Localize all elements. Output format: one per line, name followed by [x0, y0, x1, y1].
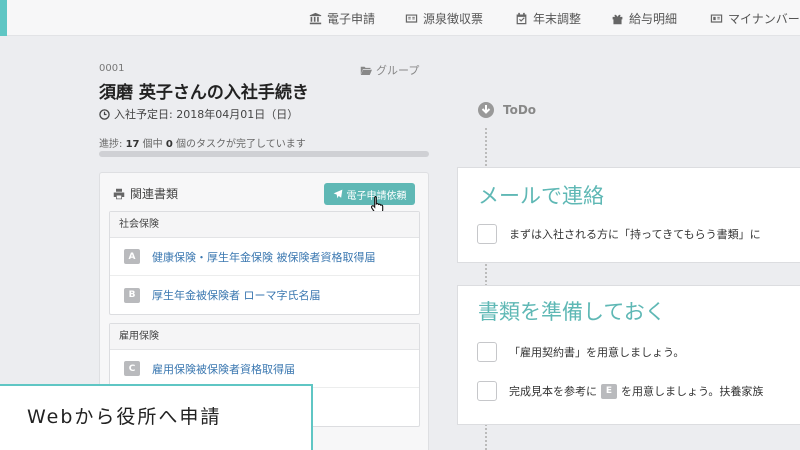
arrow-circle-down-icon — [478, 102, 494, 118]
nav-item-label: 電子申請 — [327, 11, 376, 26]
todo-label: ToDo — [477, 101, 536, 119]
task-checkbox[interactable] — [477, 342, 497, 362]
document-badge: A — [124, 249, 140, 264]
top-nav: 電子申請 源泉徴収票 年末調整 給与明細 マイナンバー — [0, 0, 800, 36]
document-row[interactable]: A 健康保険・厚生年金保険 被保険者資格取得届 — [110, 238, 419, 276]
nav-item-my-number[interactable]: マイナンバー — [710, 9, 800, 27]
task-checkbox[interactable] — [477, 224, 497, 244]
employee-id: 0001 — [99, 63, 125, 74]
nav-item-payslip[interactable]: 給与明細 — [611, 9, 677, 27]
group-link-label: グループ — [376, 64, 420, 77]
group-link[interactable]: グループ — [360, 62, 419, 78]
task-item[interactable]: 「雇用契約書」を用意しましょう。 — [477, 342, 684, 362]
calendar-check-icon — [516, 12, 527, 24]
document-badge: E — [601, 383, 617, 399]
task-card-email-contact: メールで連絡 まずは入社される方に「持ってきてもらう書類」に — [457, 167, 800, 263]
progress-prefix: 進捗: — [99, 139, 126, 150]
document-badge: C — [124, 361, 140, 376]
progress-bar — [99, 151, 429, 157]
document-link[interactable]: 雇用保険被保険者資格取得届 — [152, 361, 295, 377]
related-documents-title: 関連書類 — [113, 185, 178, 202]
related-documents-label: 関連書類 — [130, 187, 179, 201]
document-link[interactable]: 健康保険・厚生年金保険 被保険者資格取得届 — [152, 249, 376, 265]
task-item[interactable]: まずは入社される方に「持ってきてもらう書類」に — [477, 224, 761, 244]
progress-total: 17 — [125, 139, 140, 150]
nav-item-label: 源泉徴収票 — [423, 11, 484, 26]
folder-open-icon — [360, 66, 372, 75]
document-link[interactable]: 厚生年金被保険者 ローマ字氏名届 — [152, 287, 321, 303]
building-icon — [309, 12, 322, 24]
id-card-icon — [710, 13, 723, 23]
task-item-label: 「雇用契約書」を用意しましょう。 — [509, 346, 685, 359]
clock-icon — [99, 108, 110, 120]
task-item-label: まずは入社される方に「持ってきてもらう書類」に — [509, 228, 761, 241]
start-date: 入社予定日: 2018年04月01日（日） — [99, 106, 298, 122]
task-card-title: メールで連絡 — [478, 184, 604, 208]
task-card-title: 書類を準備しておく — [478, 300, 666, 324]
section-heading: 雇用保険 — [110, 324, 419, 350]
nav-item-withholding-slip[interactable]: 源泉徴収票 — [405, 9, 483, 27]
task-checkbox[interactable] — [477, 381, 497, 401]
progress-text: 進捗: 17 個中 0 個のタスクが完了しています — [99, 135, 306, 150]
todo-label-text: ToDo — [503, 103, 537, 117]
progress-done: 0 — [165, 139, 173, 150]
paper-plane-icon — [333, 189, 342, 199]
task-item[interactable]: 完成見本を参考に E を用意しましょう。扶養家族 — [477, 381, 763, 401]
task-item-text-before: 完成見本を参考に — [509, 385, 597, 398]
start-date-label: 入社予定日: 2018年04月01日（日） — [114, 108, 299, 121]
video-caption: Webから役所へ申請 — [0, 384, 313, 450]
task-item-text-after: を用意しましょう。扶養家族 — [621, 385, 764, 398]
document-row[interactable]: B 厚生年金被保険者 ローマ字氏名届 — [110, 276, 419, 314]
page-title: 須磨 英子さんの入社手続き — [99, 83, 309, 103]
nav-item-year-end-adjustment[interactable]: 年末調整 — [515, 9, 581, 27]
nav-accent-bar — [0, 0, 7, 36]
nav-item-label: マイナンバー — [728, 11, 800, 26]
document-row[interactable]: C 雇用保険被保険者資格取得届 — [110, 350, 419, 388]
document-icon — [405, 13, 418, 23]
task-card-prepare-documents: 書類を準備しておく 「雇用契約書」を用意しましょう。 完成見本を参考に E を用… — [457, 285, 800, 425]
section-social-insurance: 社会保険 A 健康保険・厚生年金保険 被保険者資格取得届 B 厚生年金被保険者 … — [109, 211, 420, 315]
gift-icon — [612, 14, 623, 24]
progress-suffix: 個のタスクが完了しています — [172, 139, 306, 150]
printer-icon — [113, 188, 125, 199]
nav-item-label: 年末調整 — [533, 11, 582, 26]
document-badge: B — [124, 287, 140, 303]
nav-item-e-application[interactable]: 電子申請 — [309, 9, 375, 27]
section-heading: 社会保険 — [110, 212, 419, 238]
progress-mid: 個中 — [139, 139, 166, 150]
nav-item-label: 給与明細 — [629, 11, 678, 26]
